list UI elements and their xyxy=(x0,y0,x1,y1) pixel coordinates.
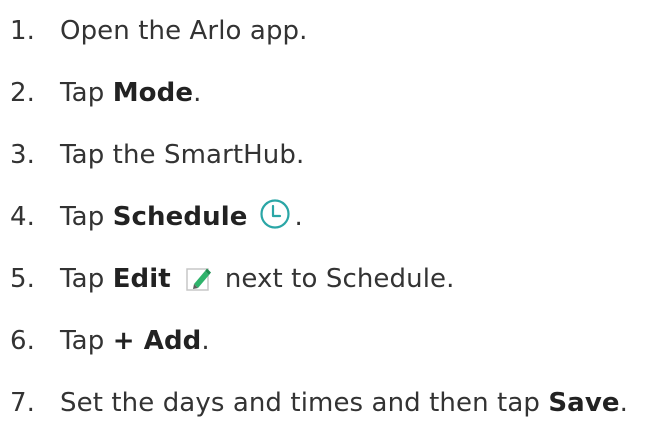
step-1: 1. Open the Arlo app. xyxy=(10,0,628,62)
step-5: 5. Tap Edit next to Schedule. xyxy=(10,248,628,310)
step-text: Tap xyxy=(60,264,113,294)
step-text-end: . xyxy=(193,78,202,108)
step-number: 1. xyxy=(10,16,36,46)
step-text: Tap xyxy=(60,202,113,232)
step-text: Open the Arlo app. xyxy=(60,16,308,46)
step-text-end: . xyxy=(294,202,303,232)
step-emphasis: Edit xyxy=(112,264,171,294)
edit-pencil-icon xyxy=(185,265,213,293)
instruction-steps: 1. Open the Arlo app. 2. Tap Mode. 3. Ta… xyxy=(10,0,628,434)
step-text-end: . xyxy=(619,388,628,418)
step-emphasis: Schedule xyxy=(112,202,248,232)
step-emphasis: Save xyxy=(548,388,620,418)
step-text: Set the days and times and then tap xyxy=(60,388,549,418)
step-number: 3. xyxy=(10,140,36,170)
step-number: 4. xyxy=(10,202,36,232)
step-text: Tap xyxy=(60,326,113,356)
step-number: 7. xyxy=(10,388,36,418)
step-4: 4. Tap Schedule . xyxy=(10,186,628,248)
step-number: 2. xyxy=(10,78,36,108)
clock-icon xyxy=(259,198,291,230)
step-text: Tap xyxy=(60,78,113,108)
step-3: 3. Tap the SmartHub. xyxy=(10,124,628,186)
step-6: 6. Tap + Add. xyxy=(10,310,628,372)
step-number: 5. xyxy=(10,264,36,294)
step-text-end: . xyxy=(201,326,210,356)
step-text-end: next to Schedule. xyxy=(224,264,455,294)
step-number: 6. xyxy=(10,326,36,356)
step-2: 2. Tap Mode. xyxy=(10,62,628,124)
step-emphasis: + Add xyxy=(112,326,202,356)
step-text: Tap the SmartHub. xyxy=(60,140,305,170)
step-7: 7. Set the days and times and then tap S… xyxy=(10,372,628,434)
step-emphasis: Mode xyxy=(112,78,194,108)
